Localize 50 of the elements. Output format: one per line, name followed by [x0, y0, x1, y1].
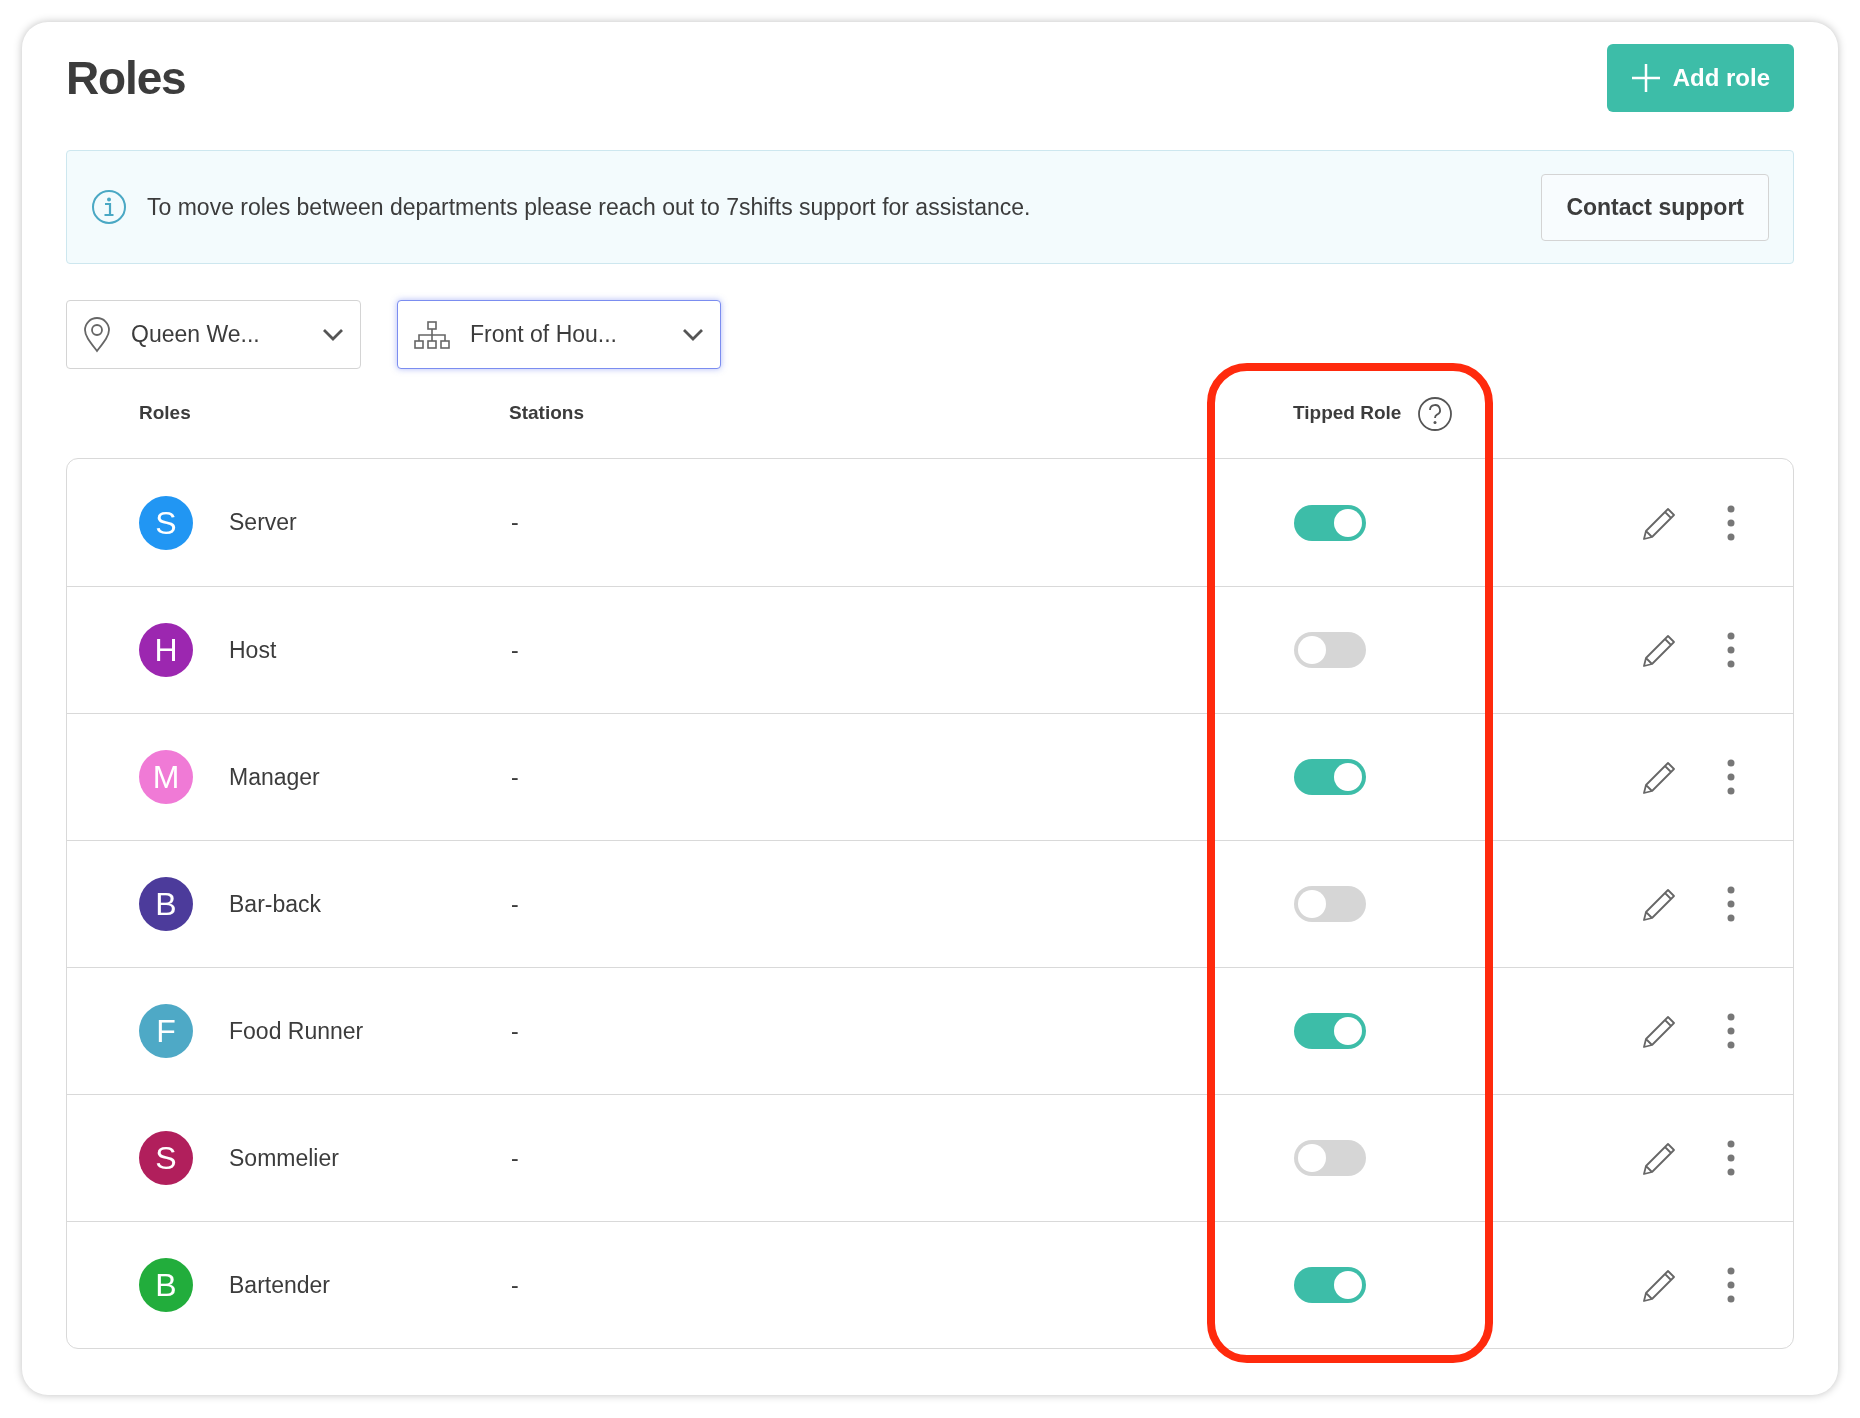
stations-value: -	[511, 1016, 520, 1046]
chevron-down-icon	[682, 327, 704, 342]
more-options-icon[interactable]	[1727, 504, 1735, 541]
more-options-icon[interactable]	[1727, 1013, 1735, 1049]
toggle-switch[interactable]	[1294, 886, 1366, 922]
toggle-switch[interactable]	[1294, 1140, 1366, 1176]
role-name: Manager	[229, 762, 321, 792]
toggle-switch[interactable]	[1294, 504, 1366, 541]
role-name: Food Runner	[229, 1016, 365, 1046]
role-avatar: B	[139, 877, 193, 931]
column-header: Roles	[139, 401, 192, 426]
role-name: Host	[229, 635, 278, 665]
toggle-switch[interactable]	[1294, 632, 1366, 668]
role-name: Bartender	[229, 1270, 331, 1300]
role-name: Server	[229, 508, 298, 538]
location-pin-icon	[83, 316, 111, 353]
contact-support-button[interactable]: Contact support	[1541, 173, 1769, 241]
role-avatar: S	[139, 495, 193, 550]
more-options-icon[interactable]	[1727, 886, 1735, 922]
role-avatar: H	[139, 623, 193, 677]
help-icon[interactable]	[1417, 395, 1454, 432]
stations-value: -	[511, 1143, 520, 1173]
toggle-switch[interactable]	[1294, 759, 1366, 795]
stations-value: -	[511, 1270, 520, 1300]
more-options-icon[interactable]	[1727, 1140, 1735, 1176]
dropdown[interactable]: Queen We...	[66, 300, 361, 369]
column-header: Tipped Role	[1293, 401, 1402, 426]
role-name: Bar-back	[229, 889, 323, 919]
role-avatar: S	[139, 1131, 193, 1185]
more-options-icon[interactable]	[1727, 632, 1735, 668]
role-avatar: M	[139, 750, 193, 804]
role-avatar: B	[139, 1258, 193, 1312]
dropdown[interactable]: Front of Hou...	[397, 300, 721, 369]
stations-value: -	[511, 635, 520, 665]
column-header: Stations	[509, 401, 585, 426]
chevron-down-icon	[322, 327, 344, 342]
more-options-icon[interactable]	[1727, 1267, 1735, 1303]
toggle-switch[interactable]	[1294, 1267, 1366, 1303]
stations-value: -	[511, 889, 520, 919]
notice-text: To move roles between departments please reach out to 7shifts support for assistance.	[147, 192, 1031, 222]
org-chart-icon	[414, 320, 450, 349]
role-avatar: F	[139, 1004, 193, 1058]
stations-value: -	[511, 508, 520, 538]
toggle-switch[interactable]	[1294, 1013, 1366, 1049]
plus-icon	[1630, 63, 1661, 93]
role-name: Sommelier	[229, 1143, 340, 1173]
info-icon	[91, 189, 127, 225]
page-title: Roles	[66, 50, 186, 106]
more-options-icon[interactable]	[1727, 759, 1735, 795]
stations-value: -	[511, 762, 520, 792]
